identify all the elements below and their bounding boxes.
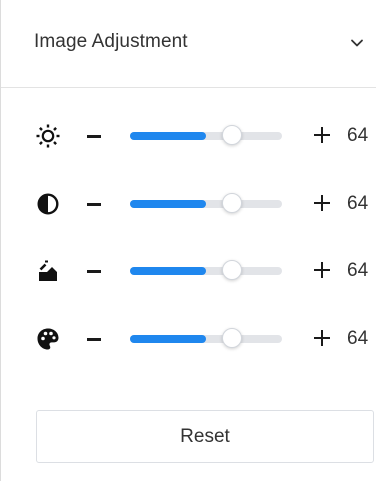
brightness-increase-button[interactable] bbox=[313, 126, 331, 144]
brightness-value: 64 bbox=[347, 125, 369, 146]
image-adjustment-panel: Image Adjustment 64 64 64 64 Reset bbox=[0, 0, 376, 481]
hue-slider[interactable] bbox=[130, 327, 282, 351]
saturation-icon bbox=[39, 260, 57, 281]
slider-thumb[interactable] bbox=[222, 193, 242, 213]
chevron-down-icon[interactable] bbox=[350, 38, 364, 48]
slider-thumb[interactable] bbox=[222, 260, 242, 280]
contrast-row: 64 bbox=[1, 184, 376, 224]
saturation-decrease-button[interactable] bbox=[85, 259, 103, 283]
brightness-decrease-button[interactable] bbox=[85, 124, 103, 148]
hue-increase-button[interactable] bbox=[313, 329, 331, 347]
hue-decrease-button[interactable] bbox=[85, 327, 103, 351]
slider-thumb[interactable] bbox=[222, 125, 242, 145]
saturation-row: 64 bbox=[1, 251, 376, 291]
brightness-row: 64 bbox=[1, 116, 376, 156]
brightness-slider[interactable] bbox=[130, 124, 282, 148]
contrast-decrease-button[interactable] bbox=[85, 192, 103, 216]
contrast-value: 64 bbox=[347, 193, 369, 214]
brightness-icon bbox=[36, 124, 60, 148]
contrast-slider[interactable] bbox=[130, 192, 282, 216]
contrast-icon bbox=[37, 193, 59, 215]
slider-fill bbox=[130, 200, 206, 208]
saturation-value: 64 bbox=[347, 260, 369, 281]
hue-value: 64 bbox=[347, 328, 369, 349]
panel-header[interactable]: Image Adjustment bbox=[1, 0, 376, 88]
saturation-slider[interactable] bbox=[130, 259, 282, 283]
saturation-increase-button[interactable] bbox=[313, 261, 331, 279]
hue-row: 64 bbox=[1, 319, 376, 359]
slider-fill bbox=[130, 267, 206, 275]
slider-fill bbox=[130, 335, 206, 343]
palette-icon bbox=[37, 328, 59, 350]
contrast-increase-button[interactable] bbox=[313, 194, 331, 212]
reset-button[interactable]: Reset bbox=[36, 410, 374, 463]
panel-title: Image Adjustment bbox=[34, 31, 188, 52]
slider-fill bbox=[130, 132, 206, 140]
slider-thumb[interactable] bbox=[222, 328, 242, 348]
